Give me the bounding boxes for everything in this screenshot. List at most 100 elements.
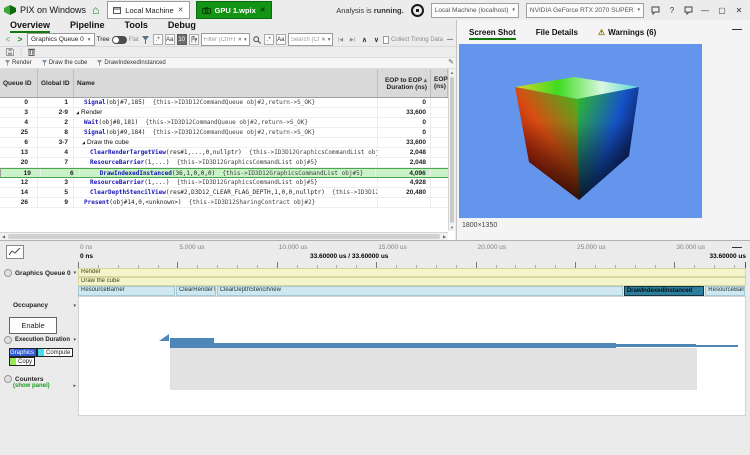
filter-count-button[interactable]: 10 <box>177 34 187 45</box>
filter-regex-button[interactable]: .* <box>153 34 163 45</box>
tab-warnings-6-[interactable]: ⚠Warnings (6) <box>598 28 656 40</box>
stop-analysis-button[interactable] <box>411 4 424 17</box>
arrow-right-icon[interactable]: ▸ <box>73 383 76 389</box>
scroll-right-icon[interactable]: ▶ <box>441 234 448 239</box>
cell-queue-id: 19 <box>4 169 41 177</box>
table-row[interactable]: 196DrawIndexedInstanced(36,1,0,0,0) {thi… <box>0 168 455 178</box>
search-regex-button[interactable]: .* <box>264 34 274 45</box>
comment-icon[interactable] <box>684 6 693 15</box>
save-icon[interactable] <box>6 48 14 56</box>
doc-tab-gpu-1-wpix[interactable]: GPU 1.wpix✕ <box>196 1 272 19</box>
timeline-track-occupancy[interactable]: Occupancy ▾ <box>13 302 76 309</box>
column-header-duration[interactable]: EOP to EOP ▴ Duration (ns) <box>378 69 431 97</box>
expander-icon[interactable]: ◢ <box>82 140 85 146</box>
breadcrumb-chip[interactable]: DrawIndexedInstanced <box>97 60 165 66</box>
table-row[interactable]: 269Present(obj#14,0,<unknown>) {this->ID… <box>0 198 455 208</box>
doc-tab-local-machine[interactable]: Local Machine✕ <box>107 1 189 19</box>
scroll-left-icon[interactable]: ◀ <box>0 234 7 239</box>
event-list-vertical-scrollbar[interactable]: ▲ ▼ <box>448 69 455 231</box>
filter-case-button[interactable]: Aa <box>165 34 175 45</box>
legend-compute[interactable]: Compute <box>37 348 73 357</box>
edit-columns-icon[interactable]: ✎ <box>448 58 454 66</box>
tree-flat-toggle[interactable]: Tree Flat <box>97 36 139 44</box>
scrollbar-thumb[interactable] <box>450 77 454 223</box>
gpu-select[interactable]: NVIDIA GeForce RTX 2070 SUPER▾ <box>526 3 644 18</box>
tab-screen-shot[interactable]: Screen Shot <box>469 28 516 40</box>
column-header-queue-id[interactable]: Queue ID <box>0 69 38 97</box>
chevron-down-icon[interactable]: ▾ <box>73 303 76 309</box>
enable-occupancy-button[interactable]: Enable <box>9 317 57 334</box>
feedback-icon[interactable] <box>651 6 660 15</box>
help-icon[interactable]: ? <box>667 6 677 15</box>
panel-minimize-icon[interactable]: — <box>732 24 742 35</box>
expand-button[interactable]: ∨ <box>371 34 381 45</box>
column-header-name[interactable]: Name <box>74 69 378 97</box>
timeline-chart-icon[interactable] <box>6 245 24 259</box>
delete-icon[interactable] <box>28 48 35 56</box>
timeline-track-graphics-queue[interactable]: Graphics Queue 0 ▾ <box>4 269 76 277</box>
timeline-lane-render[interactable]: Render <box>78 268 746 277</box>
expander-icon[interactable]: ◢ <box>76 110 79 116</box>
timeline-event[interactable]: ResourceBarri <box>705 286 745 296</box>
show-panel-link[interactable]: (show panel) <box>13 383 50 389</box>
search-case-button[interactable]: Aa <box>276 34 286 45</box>
close-icon[interactable]: ✕ <box>178 6 184 14</box>
event-list-horizontal-scrollbar[interactable]: ◀ ▶ <box>0 232 448 240</box>
timeline-track-counters[interactable]: Counters <box>4 375 76 383</box>
timeline-event[interactable]: ClearDepthStencilView <box>217 286 623 296</box>
collapse-button[interactable]: ∧ <box>359 34 369 45</box>
splitter-handle-icon[interactable]: — <box>445 34 455 45</box>
nav-forward-button[interactable]: > <box>15 34 25 45</box>
filter-input[interactable] <box>204 37 236 43</box>
table-row[interactable]: 258Signal(obj#9,184) {this->ID3D12Comman… <box>0 128 455 138</box>
table-row[interactable]: 145ClearDepthStencilView(res#2,D3D12_CLE… <box>0 188 455 198</box>
close-icon[interactable]: ✕ <box>260 6 266 14</box>
collect-timing-checkbox[interactable] <box>383 36 389 44</box>
scroll-down-icon[interactable]: ▼ <box>449 224 455 231</box>
maximize-button[interactable]: ▢ <box>717 6 727 15</box>
chevron-down-icon[interactable]: ▾ <box>73 337 76 343</box>
nav-back-button[interactable]: < <box>3 34 13 45</box>
timeline-event[interactable]: ResourceBarrier <box>78 286 175 296</box>
legend-copy[interactable]: Copy <box>9 357 35 366</box>
scrollbar-thumb[interactable] <box>8 234 440 239</box>
chevron-down-icon[interactable]: ▾ <box>244 37 247 43</box>
timeline-ruler[interactable]: 0 ns 33.60000 us / 33.60000 us 33.60000 … <box>78 244 746 268</box>
menu-item-tools[interactable]: Tools <box>125 20 148 33</box>
clear-filter-icon[interactable]: ✕ <box>237 37 242 43</box>
table-row[interactable]: 134ClearRenderTargetView(res#1,...,0,nul… <box>0 148 455 158</box>
breadcrumb-chip[interactable]: Render <box>5 60 32 66</box>
clear-search-icon[interactable]: ✕ <box>321 37 326 43</box>
timeline-event[interactable]: ClearRenderTar <box>176 286 216 296</box>
machine-select[interactable]: Local Machine (localhost)▾ <box>431 3 519 18</box>
queue-select[interactable]: Graphics Queue 0 ▾ <box>27 33 95 46</box>
home-icon[interactable]: ⌂ <box>92 3 99 17</box>
search-input[interactable] <box>291 37 319 43</box>
legend-graphics[interactable]: Graphics <box>9 348 37 357</box>
table-row[interactable]: 01Signal(obj#7,185) {this->ID3D12Command… <box>0 98 455 108</box>
menu-item-pipeline[interactable]: Pipeline <box>70 20 105 33</box>
scroll-up-icon[interactable]: ▲ <box>449 69 455 76</box>
table-row[interactable]: 32-9◢Render33,600 <box>0 108 455 118</box>
timeline-track-execution-duration[interactable]: Execution Duration ▾ <box>4 336 76 344</box>
column-header-global-id[interactable]: Global ID <box>38 69 74 97</box>
table-row[interactable]: 207ResourceBarrier(1,...) {this->ID3D12G… <box>0 158 455 168</box>
breadcrumb-chip[interactable]: Draw the cube <box>42 60 88 66</box>
table-row[interactable]: 63-7◢Draw the cube33,600 <box>0 138 455 148</box>
close-button[interactable]: ✕ <box>734 6 744 15</box>
minimize-button[interactable]: — <box>700 6 710 15</box>
chevron-down-icon[interactable]: ▾ <box>74 270 77 276</box>
column-header-eop[interactable]: EOP(ns) <box>431 69 448 97</box>
find-prev-button[interactable]: |◀ <box>335 34 345 45</box>
filter-flags-button[interactable] <box>189 34 199 45</box>
table-row[interactable]: 42Wait(obj#8,181) {this->ID3D12CommandQu… <box>0 118 455 128</box>
timeline-lane-draw-the-cube[interactable]: Draw the cube <box>78 277 746 286</box>
chevron-down-icon[interactable]: ▾ <box>328 37 331 43</box>
menu-item-overview[interactable]: Overview <box>10 20 50 33</box>
warning-icon: ⚠ <box>598 28 605 37</box>
tab-file-details[interactable]: File Details <box>536 28 578 40</box>
find-next-button[interactable]: ▶| <box>347 34 357 45</box>
timeline-event[interactable]: DrawIndexedInstanced <box>624 286 704 296</box>
table-row[interactable]: 123ResourceBarrier(1,...) {this->ID3D12G… <box>0 178 455 188</box>
menu-item-debug[interactable]: Debug <box>168 20 196 33</box>
